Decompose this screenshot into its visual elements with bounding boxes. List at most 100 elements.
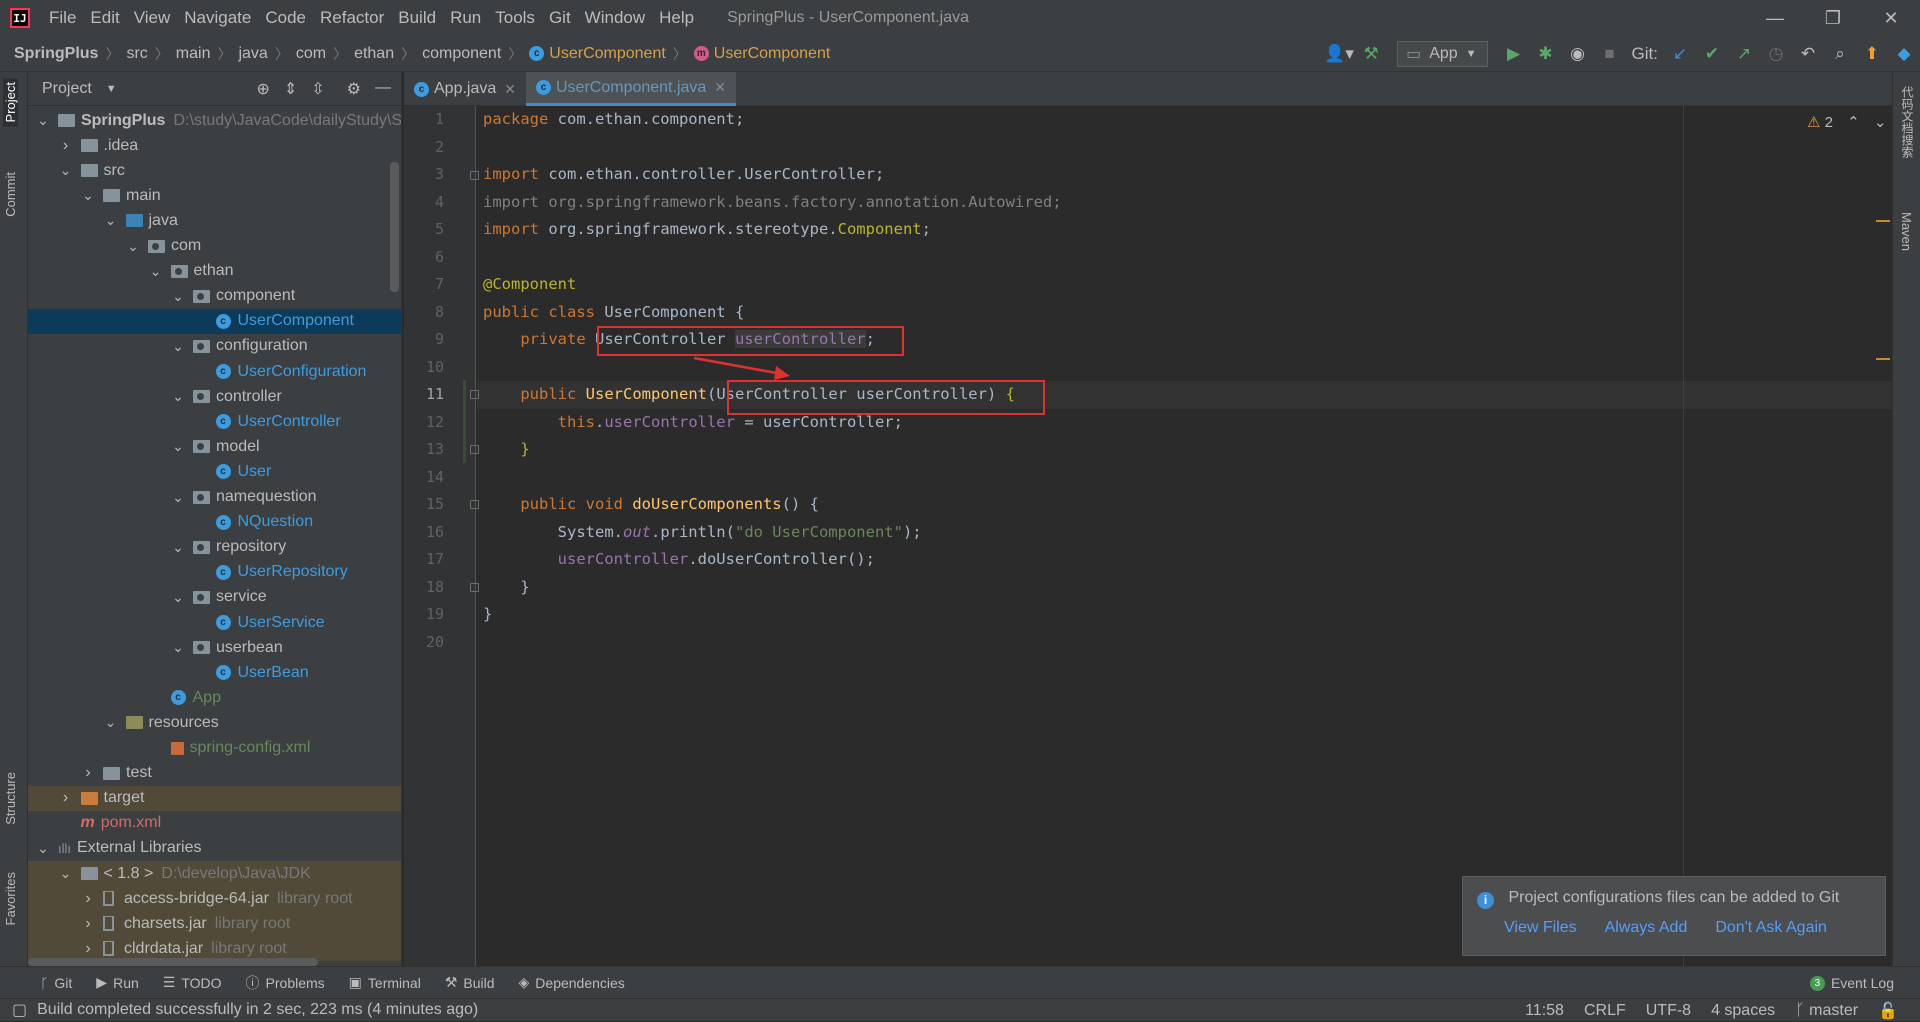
chevron-right-icon[interactable]: › [59, 789, 73, 807]
lock-icon[interactable]: 🔓 [1878, 1001, 1898, 1021]
menu-refactor[interactable]: Refactor [313, 8, 391, 28]
tool-dependencies[interactable]: ◈ Dependencies [519, 974, 625, 991]
line-separator[interactable]: CRLF [1584, 1002, 1626, 1020]
tab-favorites[interactable]: Favorites [3, 872, 18, 925]
tool-git[interactable]: ᚴ Git [40, 975, 72, 991]
tree-item[interactable]: ⌄ userbean [28, 635, 401, 660]
tool-terminal[interactable]: ▣ Terminal [349, 974, 421, 991]
search-icon[interactable]: ⌕ [1824, 36, 1856, 72]
update-icon[interactable]: ⬆ [1856, 36, 1888, 72]
run-icon[interactable]: ▶ [1498, 36, 1530, 72]
fold-marker-icon[interactable] [470, 500, 479, 509]
expand-all-icon[interactable]: ⇕ [284, 79, 297, 99]
tree-item[interactable]: ⌄ SpringPlus D:\study\JavaCode\dailyStudy\… [28, 108, 401, 133]
chevron-down-icon[interactable]: ⌄ [104, 714, 118, 731]
close-icon[interactable]: ✕ [1862, 0, 1920, 36]
chevron-down-icon[interactable]: ⌄ [171, 388, 185, 405]
minimize-icon[interactable]: — [1746, 0, 1804, 36]
menu-file[interactable]: File [42, 8, 83, 28]
coverage-icon[interactable]: ◉ [1562, 36, 1594, 72]
chevron-down-icon[interactable]: ⌄ [171, 288, 185, 305]
chevron-right-icon[interactable]: › [59, 137, 73, 155]
tree-item[interactable]: ⌄ resources [28, 710, 401, 735]
always-add-link[interactable]: Always Add [1605, 919, 1688, 937]
tab-maven[interactable]: Maven [1899, 212, 1914, 251]
chevron-up-icon[interactable]: ⌃ [1847, 114, 1860, 131]
dont-ask-again-link[interactable]: Don't Ask Again [1715, 919, 1827, 937]
run-configuration-select[interactable]: ▭ App ▼ [1397, 41, 1488, 67]
tree-item[interactable]: ⌄ com [28, 234, 401, 259]
menu-git[interactable]: Git [542, 8, 578, 28]
menu-window[interactable]: Window [578, 8, 652, 28]
git-branch[interactable]: ᚴ master [1795, 1002, 1858, 1020]
breadcrumb-src[interactable]: src [126, 45, 147, 63]
fold-marker-icon[interactable] [470, 171, 479, 180]
chevron-right-icon[interactable]: › [81, 764, 95, 782]
tree-item[interactable]: ⌄ src [28, 158, 401, 183]
tree-item[interactable]: ⌄ component [28, 284, 401, 309]
tree-item[interactable]: c UserController [28, 409, 401, 434]
chevron-down-icon[interactable]: ⌄ [1874, 114, 1887, 131]
tree-item[interactable]: c UserBean [28, 660, 401, 685]
chevron-down-icon[interactable]: ⌄ [171, 539, 185, 556]
git-push-icon[interactable]: ↗ [1728, 36, 1760, 72]
chevron-down-icon[interactable]: ▼ [106, 83, 117, 95]
tree-item[interactable]: › test [28, 761, 401, 786]
tab-structure[interactable]: Structure [3, 772, 18, 825]
tool-run[interactable]: ▶ Run [96, 974, 138, 991]
breadcrumb-method[interactable]: UserComponent [714, 45, 831, 63]
tree-item[interactable]: c UserRepository [28, 560, 401, 585]
tree-item[interactable]: ⌄ ıllı External Libraries [28, 836, 401, 861]
status-message[interactable]: Build completed successfully in 2 sec, 2… [37, 1001, 478, 1019]
scrollbar[interactable] [390, 162, 399, 292]
chevron-down-icon[interactable]: ⌄ [59, 865, 73, 882]
menu-help[interactable]: Help [652, 8, 701, 28]
tree-item[interactable]: ⌄ ethan [28, 259, 401, 284]
warning-stripe[interactable] [1876, 358, 1890, 360]
file-encoding[interactable]: UTF-8 [1646, 1002, 1691, 1020]
chevron-down-icon[interactable]: ⌄ [171, 338, 185, 355]
fold-marker-icon[interactable] [470, 445, 479, 454]
menu-code[interactable]: Code [258, 8, 313, 28]
close-tab-icon[interactable]: ✕ [504, 81, 516, 98]
gear-icon[interactable]: ⚙ [347, 79, 361, 99]
git-commit-icon[interactable]: ✔ [1696, 36, 1728, 72]
chevron-right-icon[interactable]: › [81, 890, 95, 908]
chevron-down-icon[interactable]: ⌄ [171, 489, 185, 506]
view-files-link[interactable]: View Files [1504, 919, 1577, 937]
breadcrumb-ethan[interactable]: ethan [354, 45, 394, 63]
menu-build[interactable]: Build [391, 8, 443, 28]
fold-marker-icon[interactable] [470, 390, 479, 399]
menu-tools[interactable]: Tools [488, 8, 542, 28]
chevron-down-icon[interactable]: ⌄ [171, 438, 185, 455]
tree-item[interactable]: ⌄ < 1.8 > D:\develop\Java\JDK [28, 861, 401, 886]
tree-item[interactable]: ⌄ main [28, 183, 401, 208]
tree-item[interactable]: c UserConfiguration [28, 359, 401, 384]
tree-item[interactable]: spring-config.xml [28, 736, 401, 761]
chevron-down-icon[interactable]: ⌄ [59, 162, 73, 179]
tree-item[interactable]: ⌄ java [28, 208, 401, 233]
collapse-all-icon[interactable]: ⇳ [311, 79, 324, 99]
caret-position[interactable]: 11:58 [1525, 1002, 1564, 1020]
chevron-right-icon[interactable]: › [81, 940, 95, 958]
user-icon[interactable]: 👤▾ [1323, 36, 1355, 72]
tab-doc-search[interactable]: 代码文档搜索 [1899, 86, 1916, 158]
git-update-icon[interactable]: ↙ [1664, 36, 1696, 72]
tree-item[interactable]: › target [28, 785, 401, 811]
breadcrumb-com[interactable]: com [296, 45, 326, 63]
debug-icon[interactable]: ✱ [1530, 36, 1562, 72]
close-tab-icon[interactable]: ✕ [714, 79, 726, 96]
tree-item[interactable]: c UserService [28, 610, 401, 635]
code-editor[interactable]: package com.ethan.component; import com.… [477, 106, 1892, 966]
restore-icon[interactable]: ❐ [1804, 0, 1862, 36]
menu-navigate[interactable]: Navigate [177, 8, 258, 28]
tree-item[interactable]: c App [28, 685, 401, 710]
breadcrumb-class[interactable]: UserComponent [549, 45, 666, 63]
tree-item[interactable]: ⌄ namequestion [28, 485, 401, 510]
tree-item[interactable]: ⌄ service [28, 585, 401, 610]
jetbrains-toolbox-icon[interactable]: ◆ [1888, 36, 1920, 72]
breadcrumb-java[interactable]: java [238, 45, 267, 63]
hide-icon[interactable]: — [375, 79, 391, 99]
inspection-widget[interactable]: ⚠ 2 ⌃ ⌄ [1807, 113, 1886, 131]
breadcrumb-component[interactable]: component [422, 45, 501, 63]
